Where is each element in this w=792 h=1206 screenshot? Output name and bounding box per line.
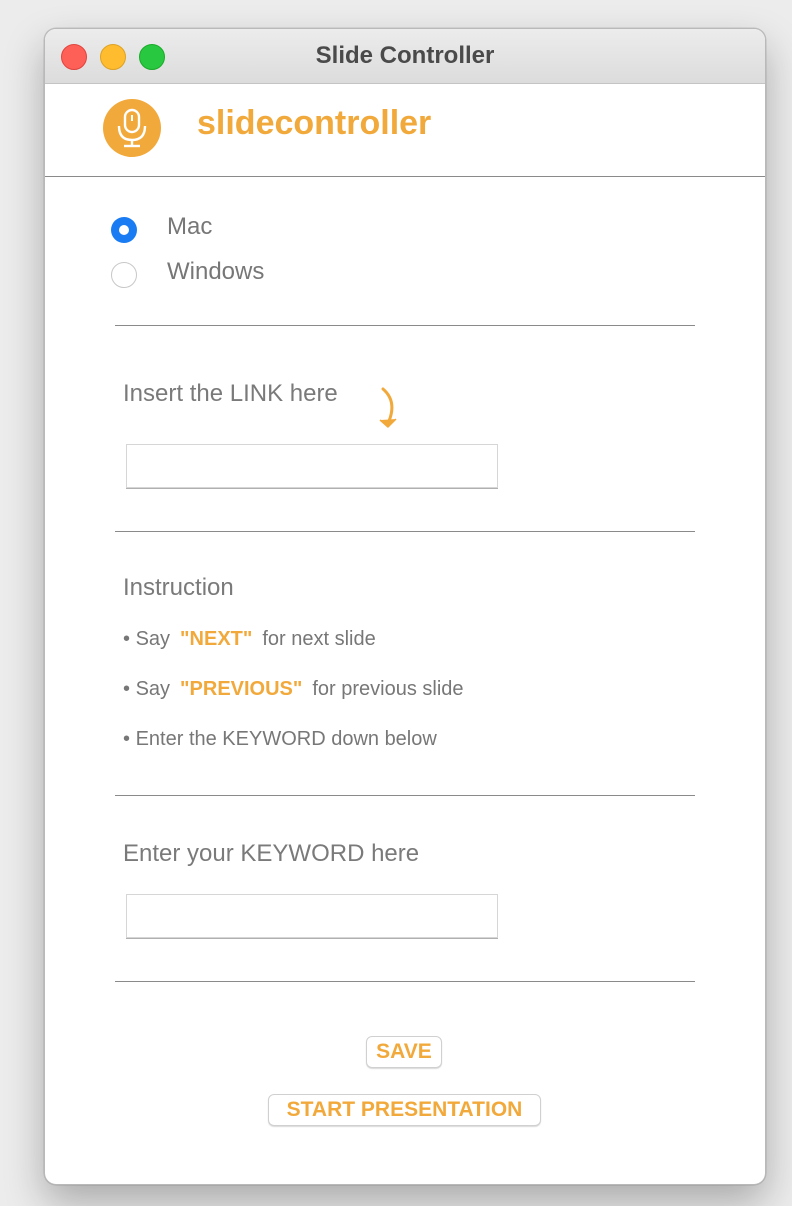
title-bar[interactable]: Slide Controller (45, 29, 765, 84)
instruction-item: • Enter the KEYWORD down below (123, 728, 437, 751)
curved-arrow-down-icon (379, 387, 397, 428)
radio-button-unselected[interactable] (111, 262, 137, 288)
microphone-icon (103, 99, 161, 157)
instruction-prefix: Say (135, 628, 171, 650)
radio-label-windows: Windows (167, 258, 265, 285)
brand-name: slidecontroller (197, 104, 432, 142)
instruction-item: • Say "PREVIOUS" for previous slide (123, 678, 464, 701)
instruction-item: • Say "NEXT" for next slide (123, 628, 376, 651)
link-label: Insert the LINK here (123, 380, 338, 407)
instruction-prefix: Say (135, 678, 171, 700)
instruction-keyword: "PREVIOUS" (180, 678, 303, 700)
divider (115, 795, 695, 796)
keyword-input[interactable] (126, 894, 498, 938)
divider (115, 981, 695, 982)
app-header: slidecontroller (45, 84, 765, 177)
keyword-label: Enter your KEYWORD here (123, 840, 420, 867)
bullet: • (123, 628, 131, 650)
radio-button-selected[interactable] (111, 217, 137, 243)
instruction-prefix: Enter the KEYWORD down below (135, 728, 437, 750)
start-presentation-button[interactable]: START PRESENTATION (268, 1094, 541, 1126)
instruction-keyword: "NEXT" (180, 628, 253, 650)
instruction-suffix: for previous slide (312, 678, 464, 700)
window-title: Slide Controller (315, 42, 495, 69)
divider (115, 325, 695, 326)
bullet: • (123, 678, 131, 700)
bullet: • (123, 728, 131, 750)
divider (115, 531, 695, 532)
instruction-suffix: for next slide (262, 628, 376, 650)
save-button[interactable]: SAVE (366, 1036, 442, 1068)
app-window: Slide Controller slidecontroller Mac Win… (44, 28, 766, 1185)
link-input[interactable] (126, 444, 498, 488)
instruction-heading: Instruction (123, 574, 234, 601)
radio-label-mac: Mac (167, 213, 213, 240)
